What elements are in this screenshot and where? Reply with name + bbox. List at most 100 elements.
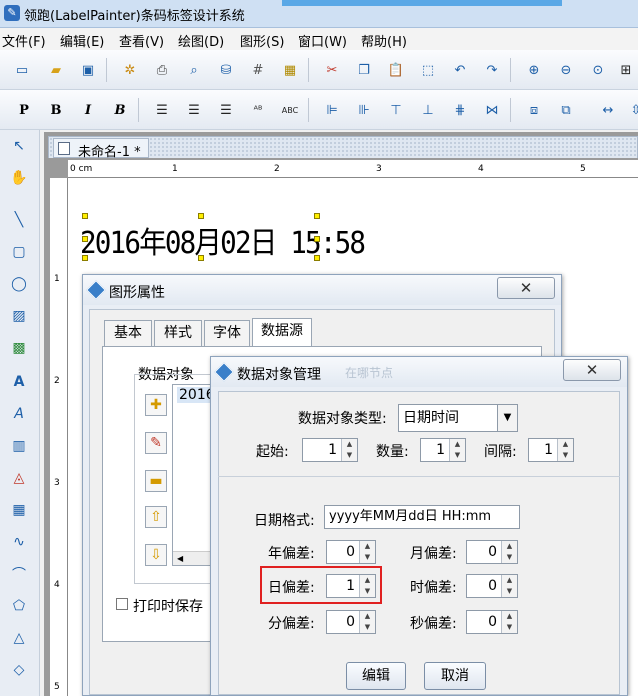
remove-icon[interactable]: ▬ <box>145 470 167 492</box>
bold-button[interactable]: B <box>46 100 66 120</box>
center-horizontal-icon[interactable]: ⋈ <box>482 100 502 120</box>
add-icon[interactable]: ✚ <box>145 394 167 416</box>
chevron-down-icon[interactable]: ▼ <box>497 405 517 431</box>
line-tool-icon[interactable]: ╲ <box>9 210 29 230</box>
zoom-in-icon[interactable]: ⊕ <box>524 60 544 80</box>
selection-handle[interactable] <box>82 255 88 261</box>
minute-offset-spinner[interactable]: 0 ▲ ▼ <box>326 610 376 634</box>
move-down-icon[interactable]: ⇩ <box>145 544 167 566</box>
second-offset-spinner[interactable]: 0 ▲ ▼ <box>466 610 518 634</box>
polygon-tool-icon[interactable]: ◬ <box>9 468 29 488</box>
align-right-icon[interactable]: ☰ <box>216 100 236 120</box>
calculator-icon[interactable]: ▦ <box>280 60 300 80</box>
selection-handle[interactable] <box>314 213 320 219</box>
tab-data-source[interactable]: 数据源 <box>252 318 312 346</box>
spin-arrows-icon[interactable]: ▲ ▼ <box>449 439 465 461</box>
spin-arrows-icon[interactable]: ▲ ▼ <box>557 439 573 461</box>
close-button[interactable]: ✕ <box>497 277 555 299</box>
month-offset-spinner[interactable]: 0 ▲ ▼ <box>466 540 518 564</box>
hour-offset-spinner[interactable]: 0 ▲ ▼ <box>466 574 518 598</box>
cancel-button[interactable]: 取消 <box>424 662 486 690</box>
align-top-edges-icon[interactable]: ⊤ <box>386 100 406 120</box>
same-height-icon[interactable]: ⧉ <box>556 100 576 120</box>
italic-button[interactable]: I <box>78 100 98 120</box>
spin-arrows-icon[interactable]: ▲ ▼ <box>501 575 517 597</box>
print-save-checkbox[interactable] <box>116 598 128 610</box>
close-button[interactable]: ✕ <box>563 359 621 381</box>
diamond-tool-icon[interactable]: ◇ <box>9 660 29 680</box>
copy-icon[interactable]: ❐ <box>354 60 374 80</box>
selection-handle[interactable] <box>314 236 320 242</box>
tab-style[interactable]: 样式 <box>154 320 202 346</box>
type-select[interactable]: 日期时间 ▼ <box>398 404 518 432</box>
center-vertical-icon[interactable]: ⋕ <box>450 100 470 120</box>
spin-arrows-icon[interactable]: ▲ ▼ <box>501 611 517 633</box>
new-icon[interactable]: ▭ <box>12 60 32 80</box>
align-left-icon[interactable]: ☰ <box>152 100 172 120</box>
menu-edit[interactable]: 编辑(E) <box>60 31 104 50</box>
edit-button[interactable]: 编辑 <box>346 662 406 690</box>
cut-icon[interactable]: ✂ <box>322 60 342 80</box>
grid-icon[interactable]: # <box>248 60 268 80</box>
align-right-edges-icon[interactable]: ⊪ <box>354 100 374 120</box>
select-icon[interactable]: ⬚ <box>418 60 438 80</box>
freeform-tool-icon[interactable]: ⬠ <box>9 596 29 616</box>
pan-tool-icon[interactable]: ✋ <box>9 168 29 188</box>
database-icon[interactable]: ⛁ <box>216 60 236 80</box>
zoom-out-icon[interactable]: ⊖ <box>556 60 576 80</box>
align-bottom-edges-icon[interactable]: ⊥ <box>418 100 438 120</box>
selection-handle[interactable] <box>82 213 88 219</box>
paste-icon[interactable]: 📋 <box>386 60 406 80</box>
print-preview-icon[interactable]: ⌕ <box>184 60 204 80</box>
menu-shape[interactable]: 图形(S) <box>240 31 284 50</box>
distribute-vertical-icon[interactable]: ⇳ <box>626 100 638 120</box>
undo-icon[interactable]: ↶ <box>450 60 470 80</box>
date-format-input[interactable]: yyyy年MM月dd日 HH:mm <box>324 505 520 529</box>
fullscreen-icon[interactable]: ⊞ <box>616 60 636 80</box>
ellipse-tool-icon[interactable]: ◯ <box>9 274 29 294</box>
pointer-tool-icon[interactable]: ↖ <box>9 136 29 156</box>
spin-arrows-icon[interactable]: ▲ ▼ <box>341 439 357 461</box>
menu-draw[interactable]: 绘图(D) <box>178 31 224 50</box>
text-spacing-icon[interactable]: ᴬᴮ <box>248 100 268 120</box>
selection-handle[interactable] <box>198 255 204 261</box>
selection-handle[interactable] <box>198 213 204 219</box>
menu-file[interactable]: 文件(F) <box>2 31 46 50</box>
data-object-list[interactable]: 2016 ◀ <box>172 384 217 566</box>
menu-view[interactable]: 查看(V) <box>119 31 164 50</box>
image-tool-icon[interactable]: ▨ <box>9 306 29 326</box>
selection-handle[interactable] <box>314 255 320 261</box>
canvas-date-text[interactable]: 2016年08月02日 15:58 <box>80 218 366 262</box>
abc-button[interactable]: ABC <box>280 100 300 120</box>
menu-window[interactable]: 窗口(W) <box>298 31 347 50</box>
spin-arrows-icon[interactable]: ▲ ▼ <box>359 611 375 633</box>
save-icon[interactable]: ▣ <box>78 60 98 80</box>
print-icon[interactable]: ⎙ <box>152 60 172 80</box>
zoom-fit-icon[interactable]: ⊙ <box>588 60 608 80</box>
settings-icon[interactable]: ✲ <box>120 60 140 80</box>
start-spinner[interactable]: 1 ▲ ▼ <box>302 438 358 462</box>
tab-basic[interactable]: 基本 <box>104 320 152 346</box>
tab-font[interactable]: 字体 <box>204 320 250 346</box>
arc-tool-icon[interactable]: ⌒ <box>9 564 29 584</box>
move-up-icon[interactable]: ⇧ <box>145 506 167 528</box>
text-tool-icon[interactable]: A <box>9 372 29 392</box>
plain-text-button[interactable]: P <box>14 100 34 120</box>
open-icon[interactable]: ▰ <box>46 60 66 80</box>
align-left-edges-icon[interactable]: ⊫ <box>322 100 342 120</box>
same-width-icon[interactable]: ⧈ <box>524 100 544 120</box>
qrcode-tool-icon[interactable]: ▦ <box>9 500 29 520</box>
rectangle-tool-icon[interactable]: ▢ <box>9 242 29 262</box>
day-offset-spinner[interactable]: 1 ▲ ▼ <box>326 574 376 598</box>
scroll-left-icon[interactable]: ◀ <box>173 551 211 565</box>
document-tab[interactable]: 未命名-1 * <box>53 138 149 160</box>
edit-icon[interactable]: ✎ <box>145 432 167 454</box>
spin-arrows-icon[interactable]: ▲ ▼ <box>359 541 375 563</box>
spin-arrows-icon[interactable]: ▲ ▼ <box>501 541 517 563</box>
bold-italic-button[interactable]: B <box>110 100 130 120</box>
count-spinner[interactable]: 1 ▲ ▼ <box>420 438 466 462</box>
align-center-icon[interactable]: ☰ <box>184 100 204 120</box>
barcode-tool-icon[interactable]: ▥ <box>9 436 29 456</box>
triangle-tool-icon[interactable]: △ <box>9 628 29 648</box>
distribute-horizontal-icon[interactable]: ↔ <box>598 100 618 120</box>
